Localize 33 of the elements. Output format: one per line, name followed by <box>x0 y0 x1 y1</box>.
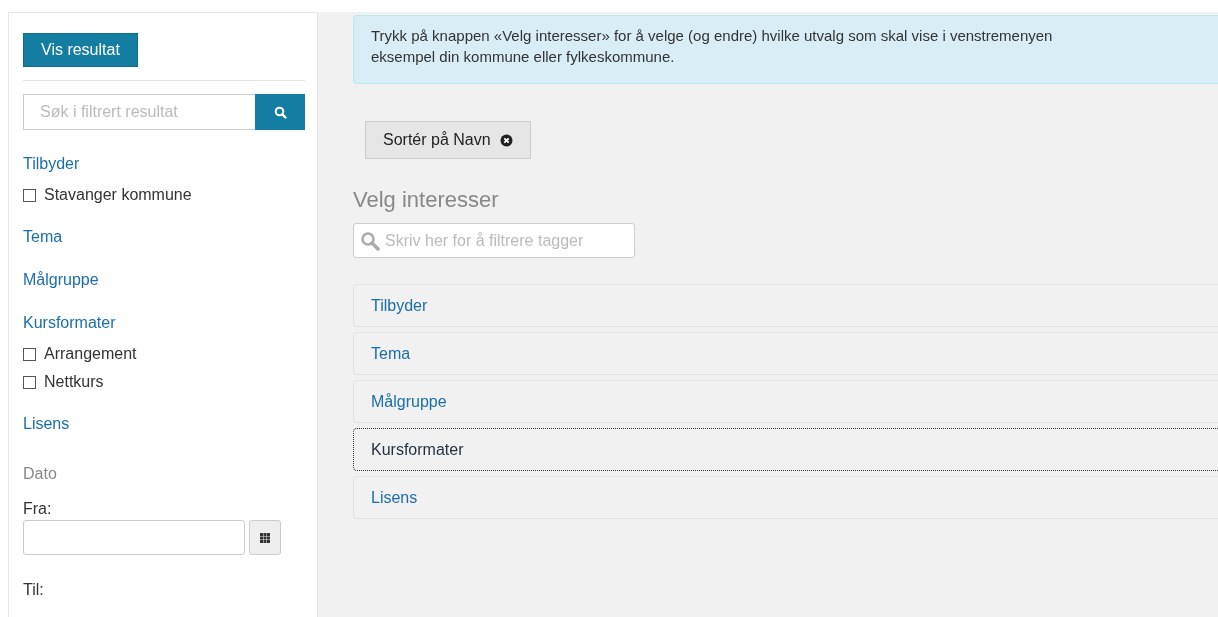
checkbox[interactable] <box>23 375 36 389</box>
checkbox[interactable] <box>23 347 36 361</box>
filter-heading-link[interactable]: Lisens <box>23 415 70 433</box>
show-results-button[interactable]: Vis resultat <box>23 33 138 67</box>
interest-item[interactable]: Målgruppe <box>353 380 1218 423</box>
checkbox[interactable] <box>23 188 36 202</box>
info-text: Trykk på knappen «Velg interesser» for å velge (og endre) hvilke utvalg som skal vise i venstremenyen <box>371 26 1054 46</box>
checkbox-label: Stavanger kommune <box>44 187 192 203</box>
search-icon <box>360 230 380 251</box>
grid-icon <box>260 532 270 543</box>
calendar-button[interactable] <box>249 520 281 555</box>
date-heading: Dato <box>23 465 58 483</box>
search-icon <box>273 105 287 119</box>
circle-x-icon <box>499 133 513 147</box>
filter-heading-link[interactable]: Målgruppe <box>23 271 99 289</box>
search-field[interactable]: Søk i filtrert resultat <box>23 94 255 130</box>
filter-field[interactable]: Skriv her for å filtrere tagger <box>353 223 635 258</box>
date-field[interactable] <box>23 520 245 555</box>
filter-heading-link[interactable]: Tilbyder <box>23 155 80 173</box>
search-button[interactable] <box>255 94 305 130</box>
checkbox-label: Arrangement <box>44 346 137 362</box>
sort-button[interactable]: Sortér på Navn <box>365 121 531 159</box>
section-heading: Velg interesser <box>353 187 500 213</box>
filter-heading-link[interactable]: Tema <box>23 228 63 246</box>
interest-item[interactable]: Lisens <box>353 476 1218 519</box>
to-label: Til: <box>23 581 45 599</box>
info-text: eksempel din kommune eller fylkeskommune. <box>371 47 676 67</box>
interest-item[interactable]: Tema <box>353 332 1218 375</box>
interest-item[interactable]: Kursformater <box>353 428 1218 471</box>
checkbox-label: Nettkurs <box>44 374 104 390</box>
interest-item[interactable]: Tilbyder <box>353 284 1218 327</box>
from-label: Fra: <box>23 500 53 518</box>
filter-heading-link[interactable]: Kursformater <box>23 314 116 332</box>
